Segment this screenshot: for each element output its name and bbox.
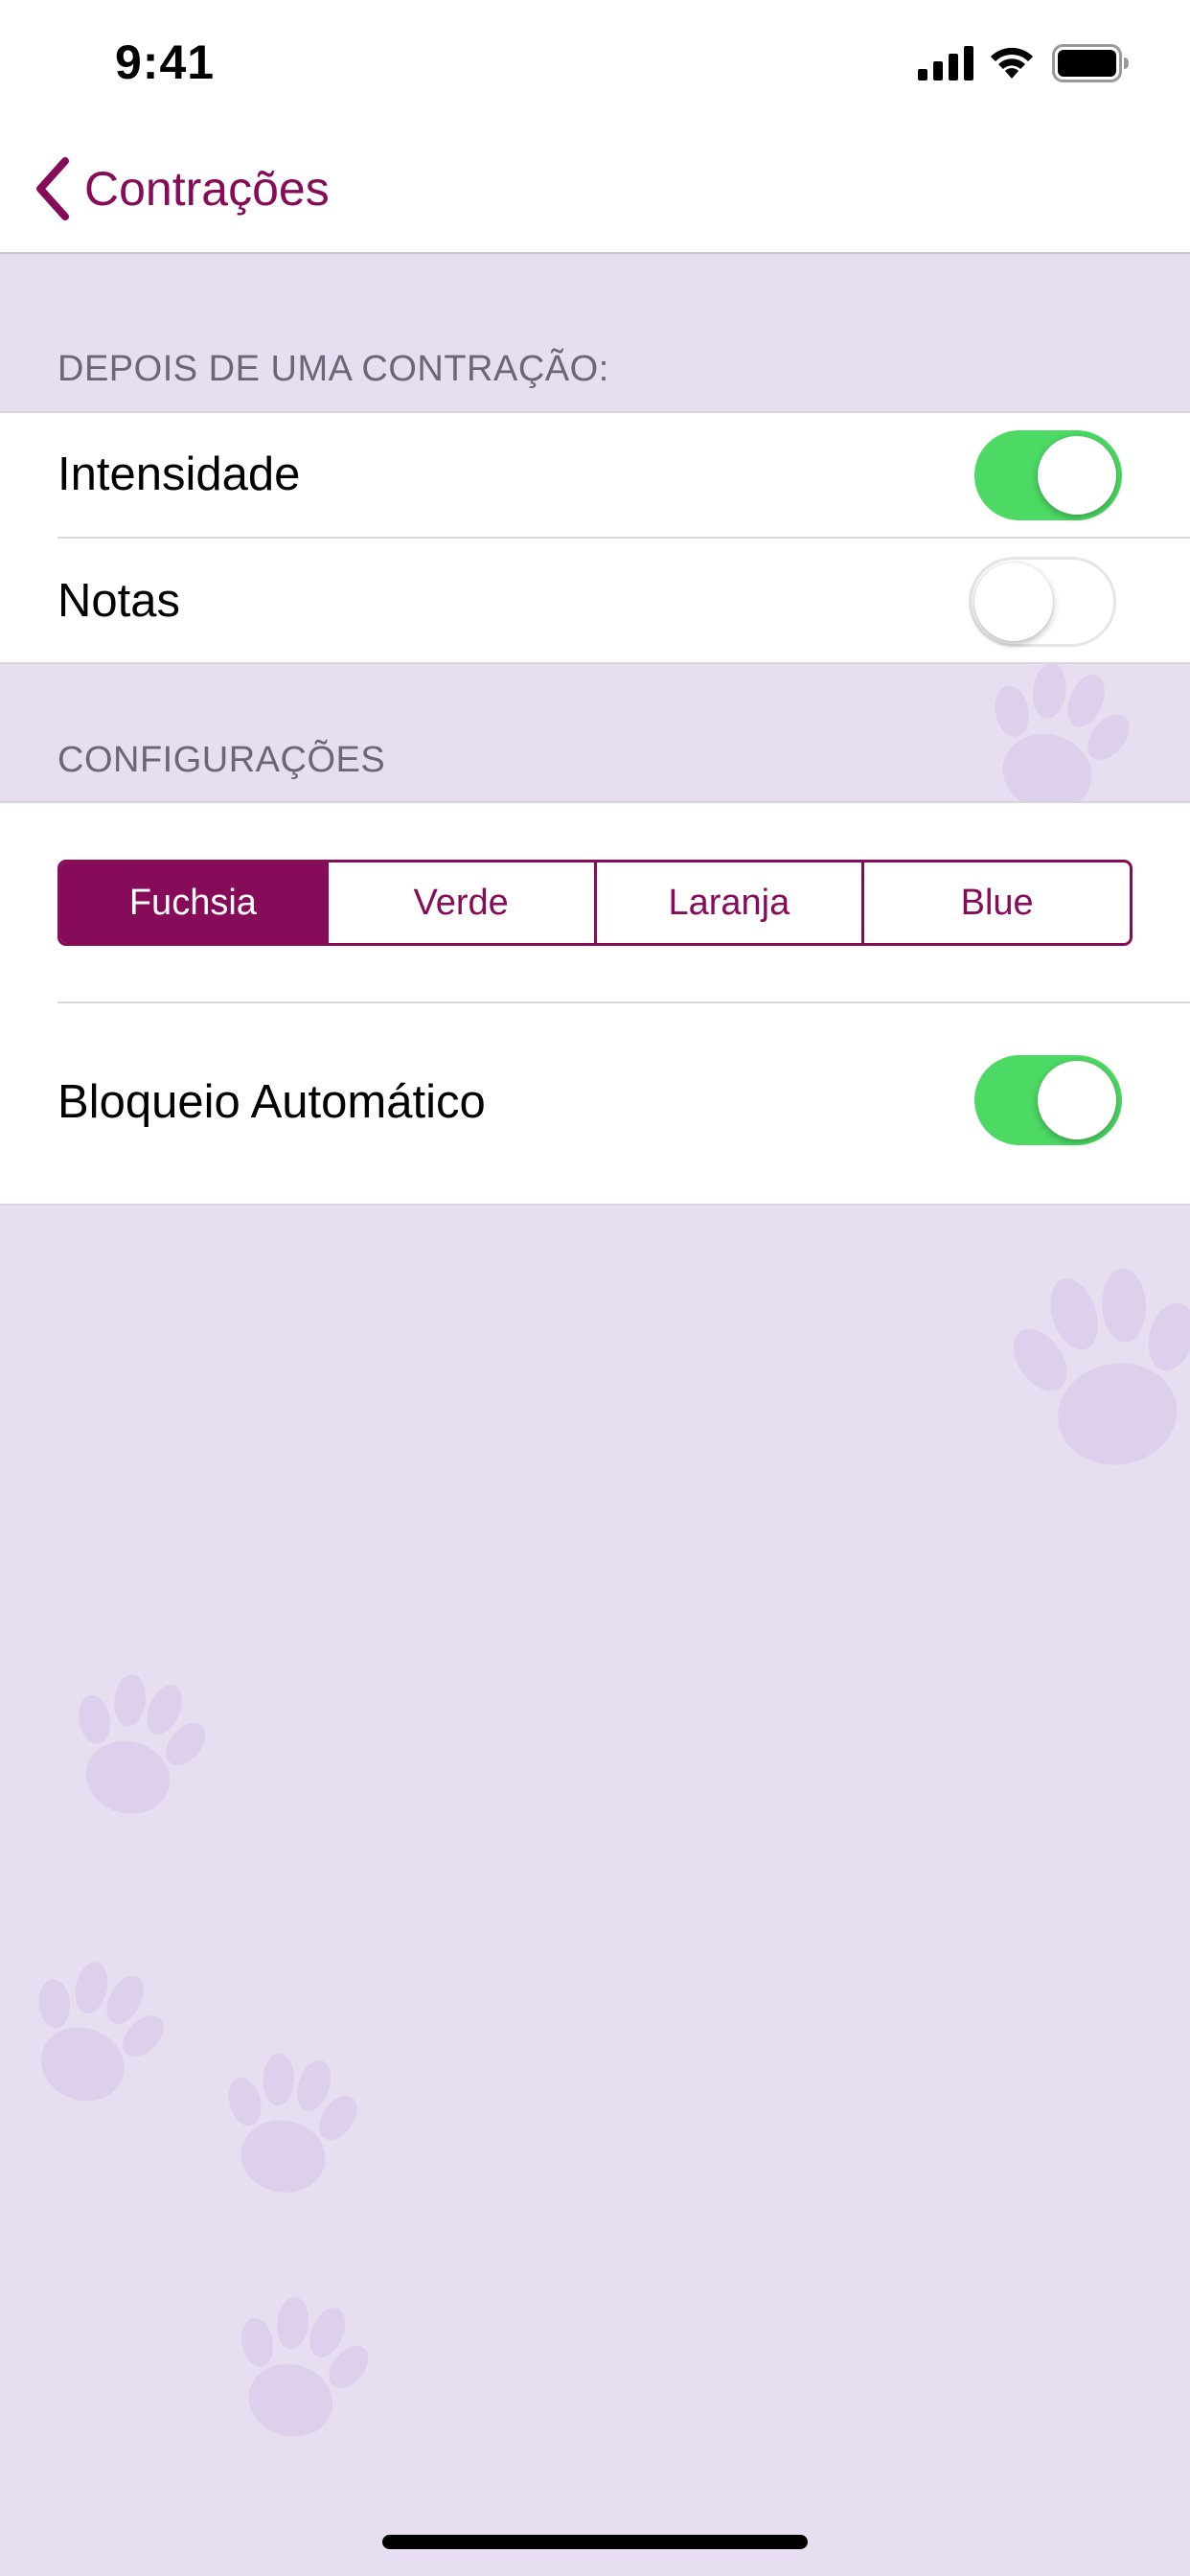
segment-verde[interactable]: Verde (325, 862, 594, 943)
theme-segmented-control: Fuchsia Verde Laranja Blue (57, 860, 1133, 946)
intensity-toggle[interactable] (974, 430, 1122, 520)
section-header-settings: CONFIGURAÇÕES (57, 740, 386, 780)
status-time: 9:41 (115, 35, 216, 89)
toggle-knob (974, 563, 1053, 641)
back-button-label: Contrações (84, 162, 330, 216)
auto-lock-toggle[interactable] (974, 1055, 1122, 1145)
segment-blue[interactable]: Blue (861, 862, 1130, 943)
after-contraction-group: Intensidade Notas (0, 411, 1190, 664)
row-separator (57, 537, 1190, 539)
auto-lock-label: Bloqueio Automático (57, 1076, 486, 1128)
chevron-left-icon (36, 157, 69, 220)
notes-label: Notas (57, 575, 181, 627)
segment-laranja[interactable]: Laranja (593, 862, 862, 943)
toggle-knob (1038, 436, 1116, 515)
back-button[interactable]: Contrações (33, 153, 330, 224)
cellular-signal-icon (918, 46, 973, 80)
segment-fuchsia[interactable]: Fuchsia (60, 862, 326, 943)
intensity-label: Intensidade (57, 448, 301, 500)
section-header-after-contraction: DEPOIS DE UMA CONTRAÇÃO: (57, 349, 609, 389)
battery-icon (1052, 44, 1129, 82)
wifi-icon (991, 47, 1033, 79)
toggle-knob (1038, 1061, 1116, 1139)
home-indicator[interactable] (382, 2535, 808, 2549)
notes-toggle[interactable] (969, 557, 1116, 647)
row-separator (57, 1001, 1190, 1003)
